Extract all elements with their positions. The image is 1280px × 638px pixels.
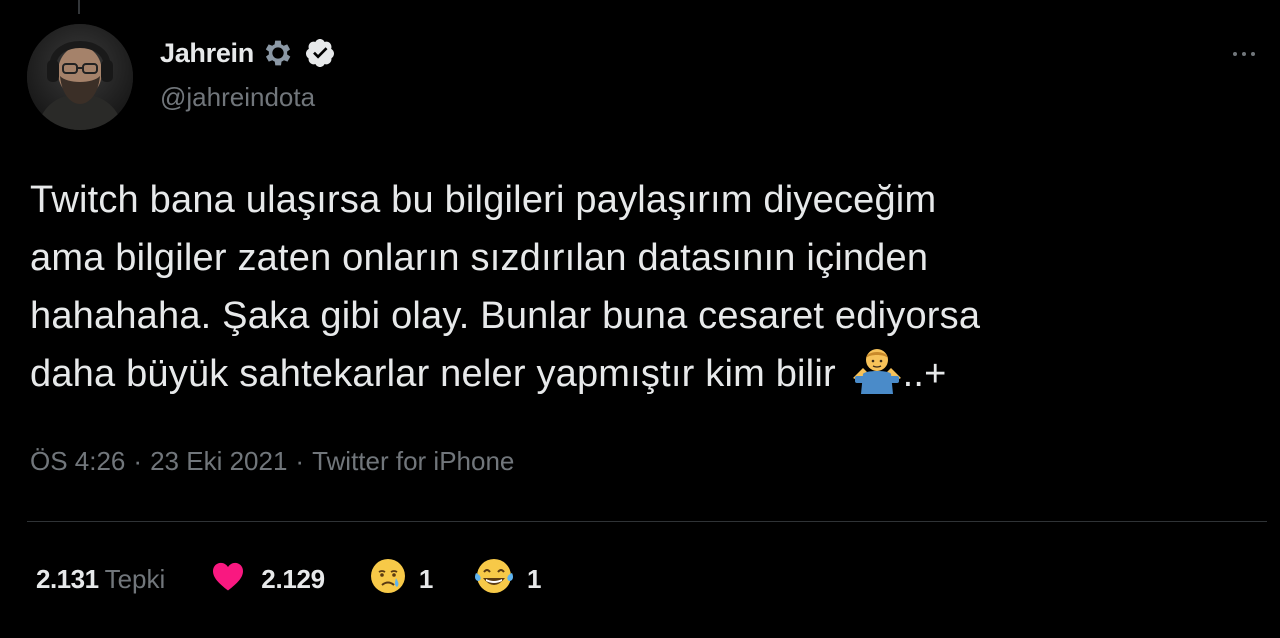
tears-of-joy-emoji-icon <box>473 557 515 602</box>
tweet-time[interactable]: ÖS 4:26 <box>30 446 125 476</box>
reaction-crying[interactable]: 1 <box>369 557 433 602</box>
reactions-bar: 2.131 Tepki 2.129 1 1 <box>36 556 542 602</box>
laughing-count: 1 <box>527 563 542 594</box>
reactions-total-count[interactable]: 2.131 <box>36 564 99 595</box>
heart-count: 2.129 <box>261 563 325 594</box>
author-handle[interactable]: @jahreindota <box>160 82 315 113</box>
verified-icon <box>302 35 338 71</box>
profile-photo-icon <box>27 24 133 130</box>
thread-connector-line <box>78 0 80 14</box>
reaction-heart[interactable]: 2.129 <box>211 561 325 598</box>
crying-face-emoji-icon <box>369 557 407 602</box>
more-dot-icon <box>1233 52 1237 56</box>
avatar[interactable] <box>27 24 133 130</box>
more-dot-icon <box>1251 52 1255 56</box>
heart-icon <box>211 561 245 598</box>
reactions-label[interactable]: Tepki <box>105 564 166 595</box>
man-shrugging-emoji-icon <box>851 348 903 394</box>
author-name-row: Jahrein <box>160 34 338 72</box>
tweet-line-text: daha büyük sahtekarlar neler yapmıştır k… <box>30 353 836 395</box>
tweet-line-last: daha büyük sahtekarlar neler yapmıştır k… <box>30 345 1270 403</box>
more-text[interactable]: ..+ <box>903 353 947 395</box>
meta-separator: · <box>295 446 305 476</box>
more-dot-icon <box>1242 52 1246 56</box>
crying-count: 1 <box>418 563 434 594</box>
meta-separator: · <box>133 446 143 476</box>
more-options-button[interactable] <box>1222 38 1266 70</box>
display-name[interactable]: Jahrein <box>160 38 254 69</box>
tweet-text: Twitch bana ulaşırsa bu bilgileri paylaş… <box>30 171 1270 403</box>
tweet-line: hahahaha. Şaka gibi olay. Bunlar buna ce… <box>30 295 981 337</box>
tweet-source-link[interactable]: Twitter for iPhone <box>312 446 514 476</box>
divider <box>27 521 1267 522</box>
tweet-line: ama bilgiler zaten onların sızdırılan da… <box>30 237 929 279</box>
tweet-date[interactable]: 23 Eki 2021 <box>150 446 287 476</box>
tweet-meta: ÖS 4:26 · 23 Eki 2021 · Twitter for iPhone <box>30 446 514 477</box>
reaction-laughing[interactable]: 1 <box>473 557 542 602</box>
tweet-line: Twitch bana ulaşırsa bu bilgileri paylaş… <box>30 179 937 221</box>
gear-icon <box>260 35 296 71</box>
